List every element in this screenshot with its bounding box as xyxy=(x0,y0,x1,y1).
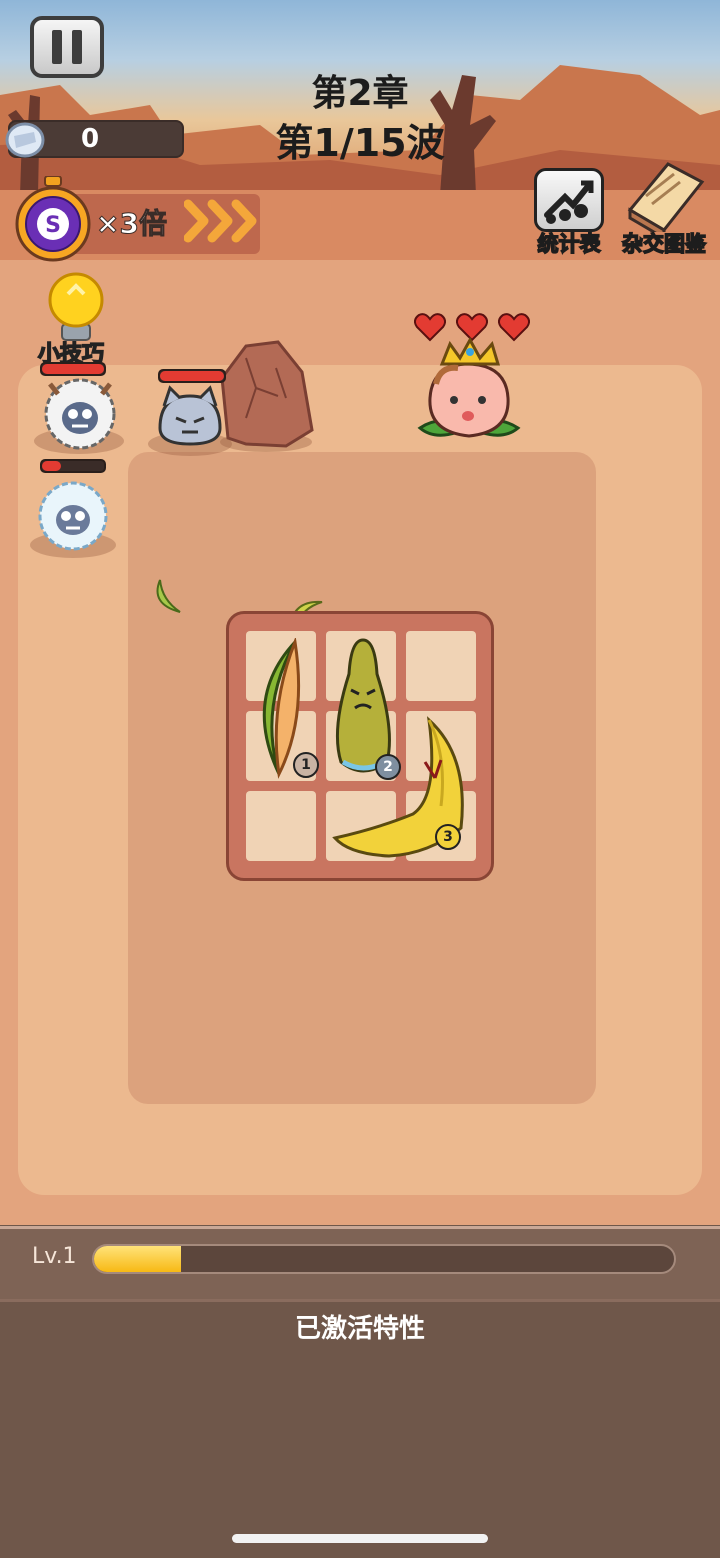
board-cell[interactable] xyxy=(246,791,316,861)
home-indicator[interactable] xyxy=(232,1534,488,1543)
diamond-coin-icon xyxy=(5,122,45,158)
enemy-ice-sheep[interactable] xyxy=(32,476,114,552)
xp-progress-fill xyxy=(94,1246,181,1272)
enemy-hp-bar xyxy=(158,369,226,383)
hybrid-book-label: 杂交图鉴 xyxy=(621,231,707,257)
pause-icon xyxy=(52,30,62,64)
stopwatch-s-icon[interactable]: S xyxy=(12,176,94,262)
fast-forward-icon xyxy=(184,199,257,243)
peach-princess-player[interactable] xyxy=(414,336,524,448)
board-cell[interactable] xyxy=(406,631,476,701)
stats-button[interactable] xyxy=(534,168,604,232)
enemy-hp-bar xyxy=(40,459,106,473)
enemy-fluffy-sheep[interactable] xyxy=(36,372,124,452)
stats-chart-icon xyxy=(544,180,594,224)
xp-progress-bar xyxy=(92,1244,676,1274)
rock-obstacle xyxy=(220,340,314,452)
hybrid-book-button[interactable] xyxy=(622,160,708,241)
melon-projectile xyxy=(156,579,181,613)
speed-multiplier: ×3倍 xyxy=(96,207,168,241)
merge-board: 1 2 3 xyxy=(226,611,494,881)
level-badge: 3 xyxy=(435,824,461,850)
activated-traits-label: 已激活特性 xyxy=(294,1314,425,1344)
book-icon xyxy=(627,162,705,241)
stats-label: 统计表 xyxy=(537,231,602,257)
chapter-title: 第2章 xyxy=(311,73,409,114)
enemy-gray-cat[interactable] xyxy=(152,384,228,448)
svg-text:S: S xyxy=(45,213,61,238)
level-badge: 1 xyxy=(293,752,319,778)
level-label: Lv.1 xyxy=(32,1244,77,1269)
coin-value: 0 xyxy=(80,124,100,154)
